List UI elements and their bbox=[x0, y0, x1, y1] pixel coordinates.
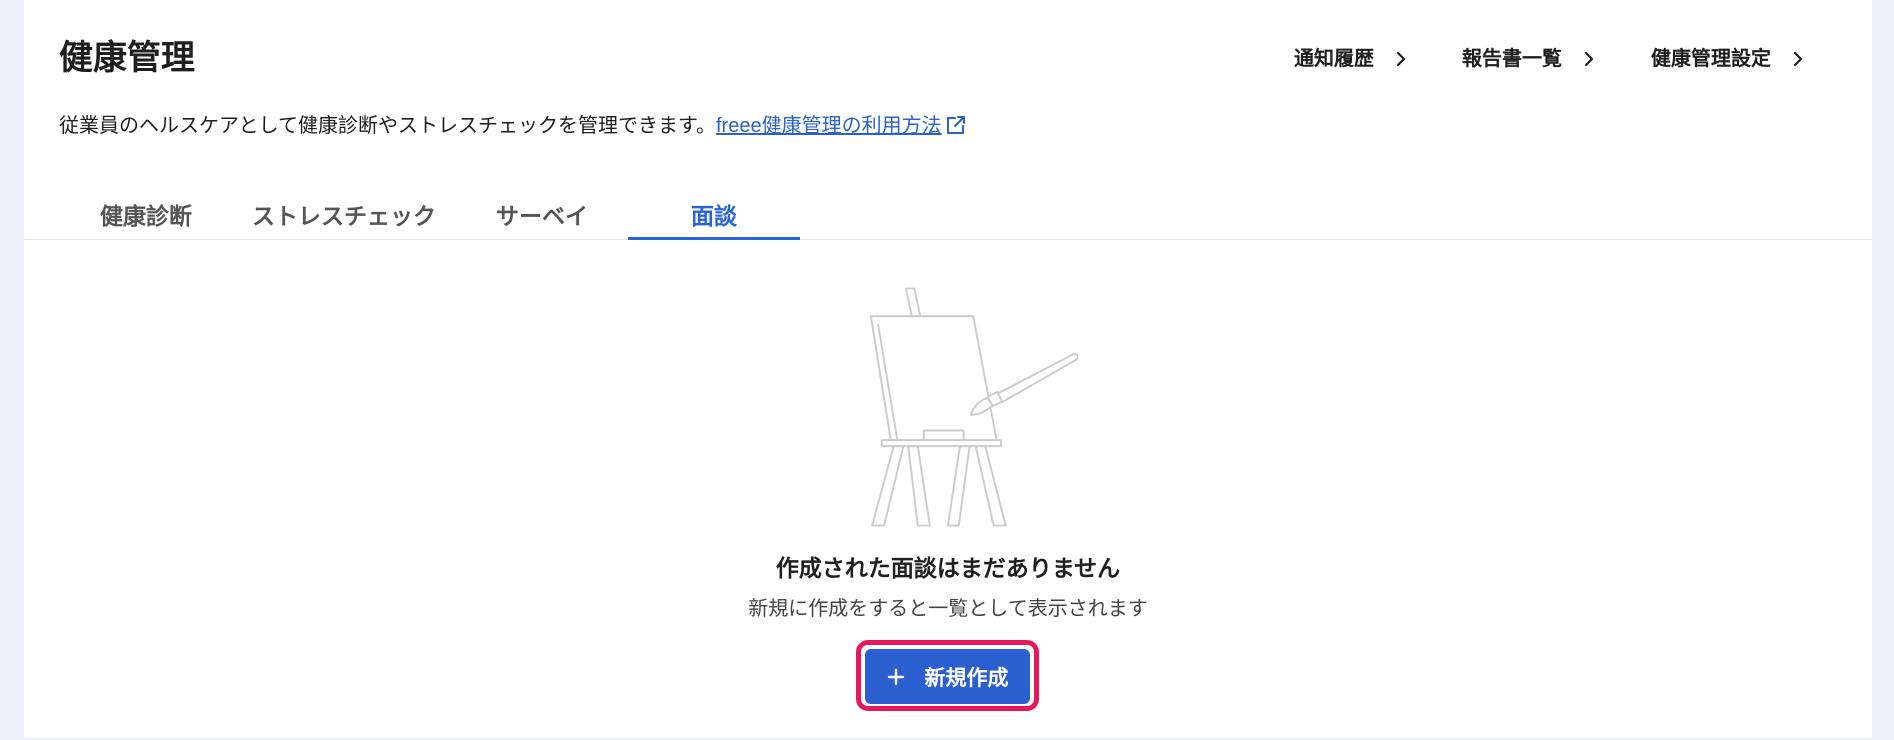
external-link-icon bbox=[945, 114, 967, 136]
health-settings-link[interactable]: 健康管理設定 bbox=[1651, 47, 1803, 71]
empty-state-title: 作成された面談はまだありません bbox=[775, 555, 1121, 581]
tab-survey-label: サーベイ bbox=[496, 202, 588, 229]
create-new-button[interactable]: 新規作成 bbox=[865, 649, 1030, 704]
tab-stress-check-label: ストレスチェック bbox=[252, 202, 436, 229]
easel-illustration bbox=[869, 287, 1078, 527]
tab-interview-label: 面談 bbox=[691, 202, 737, 229]
tab-survey[interactable]: サーベイ bbox=[456, 190, 628, 240]
help-link-label: freee健康管理の利用方法 bbox=[716, 115, 942, 137]
report-list-link[interactable]: 報告書一覧 bbox=[1462, 47, 1594, 71]
tab-bar: 健康診断 ストレスチェック サーベイ 面談 bbox=[60, 190, 800, 240]
tab-health-checkup-label: 健康診断 bbox=[100, 202, 192, 229]
chevron-right-icon bbox=[1584, 51, 1594, 67]
easel-legs bbox=[871, 445, 1007, 527]
tab-health-checkup[interactable]: 健康診断 bbox=[60, 190, 232, 240]
easel-canvas bbox=[869, 315, 999, 445]
page-title: 健康管理 bbox=[59, 39, 195, 77]
empty-state-message: 新規に作成をすると一覧として表示されます bbox=[748, 598, 1148, 620]
create-new-label: 新規作成 bbox=[924, 666, 1009, 690]
help-link[interactable]: freee健康管理の利用方法 bbox=[716, 115, 967, 137]
tab-interview[interactable]: 面談 bbox=[628, 190, 800, 240]
report-list-label: 報告書一覧 bbox=[1462, 48, 1562, 70]
chevron-right-icon bbox=[1396, 51, 1406, 67]
page-description: 従業員のヘルスケアとして健康診断やストレスチェックを管理できます。freee健康… bbox=[59, 113, 967, 139]
plus-icon bbox=[887, 668, 905, 686]
notification-history-label: 通知履歴 bbox=[1294, 48, 1374, 70]
easel-mast bbox=[904, 287, 922, 318]
health-settings-label: 健康管理設定 bbox=[1651, 48, 1771, 70]
notification-history-link[interactable]: 通知履歴 bbox=[1294, 47, 1406, 71]
tab-stress-check[interactable]: ストレスチェック bbox=[232, 190, 456, 240]
description-text: 従業員のヘルスケアとして健康診断やストレスチェックを管理できます。 bbox=[59, 115, 716, 137]
chevron-right-icon bbox=[1793, 51, 1803, 67]
